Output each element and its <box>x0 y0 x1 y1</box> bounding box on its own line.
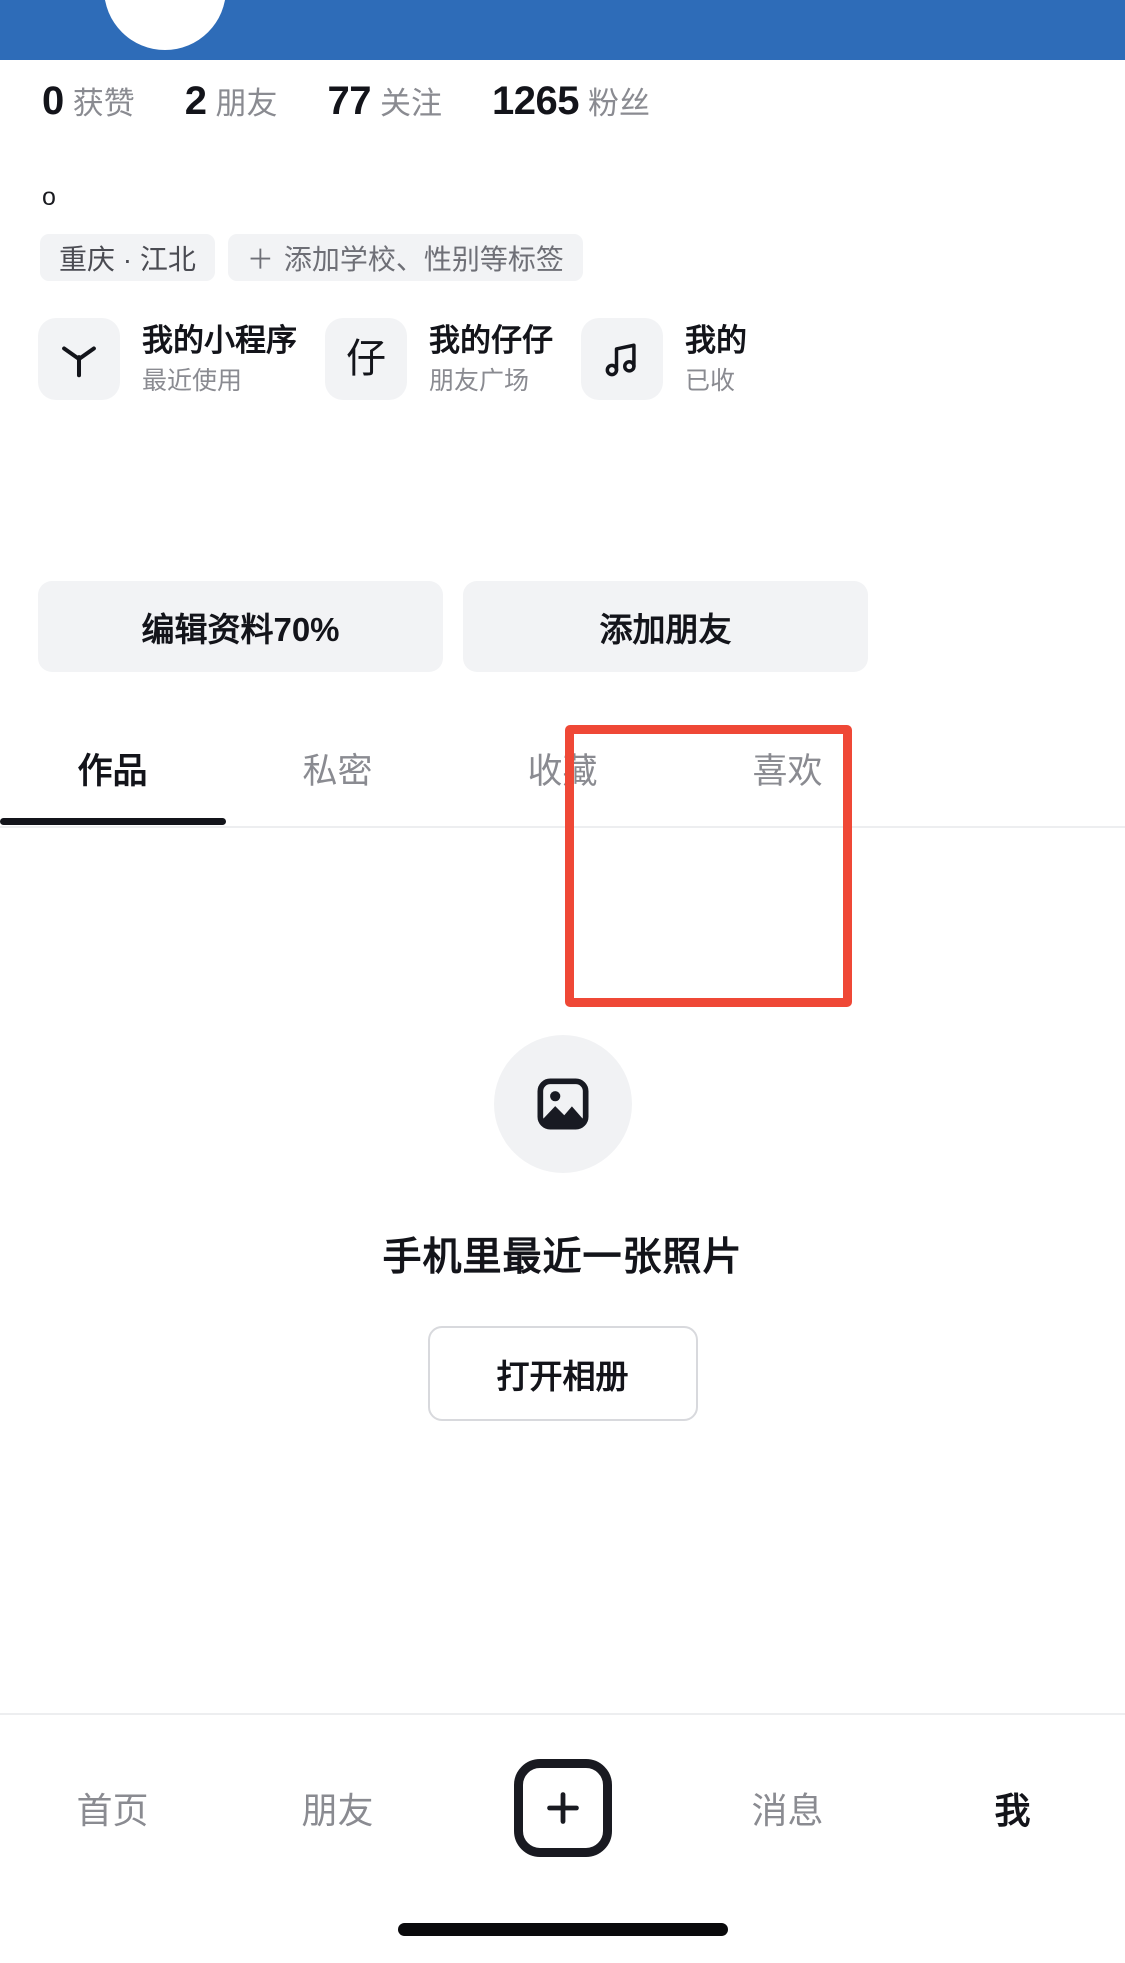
tabs-row: 作品 私密 收藏 喜欢 <box>0 710 1125 826</box>
miniapp-entries: 我的小程序 最近使用 仔 我的仔仔 朋友广场 我的 已收 <box>38 318 747 400</box>
empty-state: 手机里最近一张照片 打开相册 <box>0 1035 1125 1421</box>
miniapp-my-zaizai[interactable]: 仔 我的仔仔 朋友广场 <box>325 318 553 400</box>
stat-friends-value: 2 <box>184 79 207 123</box>
miniapp-my-music[interactable]: 我的 已收 <box>581 318 747 400</box>
bottom-nav-items: 首页 朋友 消息 我 <box>0 1715 1125 1901</box>
tag-add-more[interactable]: ＋ 添加学校、性别等标签 <box>227 234 583 281</box>
nav-item-friends[interactable]: 朋友 <box>225 1782 450 1834</box>
tag-add-more-label: 添加学校、性别等标签 <box>283 243 564 275</box>
tab-works[interactable]: 作品 <box>0 710 225 826</box>
miniapp-subtitle: 已收 <box>685 367 736 396</box>
tag-location[interactable]: 重庆 · 江北 <box>40 234 215 281</box>
miniapp-my-zaizai-text: 我的仔仔 朋友广场 <box>429 322 553 397</box>
tab-likes[interactable]: 喜欢 <box>675 710 900 826</box>
edit-profile-button[interactable]: 编辑资料70% <box>38 581 443 672</box>
plus-icon <box>513 1759 612 1857</box>
miniapp-title: 我的仔仔 <box>429 322 553 358</box>
miniapp-my-music-text: 我的 已收 <box>685 322 747 397</box>
plus-icon: ＋ <box>246 245 274 275</box>
home-indicator <box>397 1923 728 1936</box>
app-root: 0 获赞 2 朋友 77 关注 1265 粉丝 o 重庆 · 江北 ＋ 添加学校… <box>0 0 1125 1963</box>
nav-item-messages[interactable]: 消息 <box>675 1782 900 1834</box>
tab-collection[interactable]: 收藏 <box>450 710 675 826</box>
miniapp-subtitle: 朋友广场 <box>429 367 530 396</box>
nav-item-create[interactable] <box>450 1759 675 1857</box>
profile-header-banner <box>0 0 1125 60</box>
miniapp-title: 我的小程序 <box>142 322 297 358</box>
miniapp-subtitle: 最近使用 <box>142 367 243 396</box>
music-note-icon <box>581 318 663 400</box>
stat-following[interactable]: 77 关注 <box>328 78 443 124</box>
miniapp-my-miniprograms[interactable]: 我的小程序 最近使用 <box>38 318 297 400</box>
active-tab-indicator <box>0 818 226 825</box>
tab-private[interactable]: 私密 <box>225 710 450 826</box>
miniapp-title: 我的 <box>685 322 747 358</box>
stat-followers[interactable]: 1265 粉丝 <box>492 78 650 124</box>
profile-tags: 重庆 · 江北 ＋ 添加学校、性别等标签 <box>40 234 583 281</box>
stat-following-value: 77 <box>327 79 372 123</box>
stat-followers-label: 粉丝 <box>587 86 650 121</box>
content-tabs: 作品 私密 收藏 喜欢 <box>0 710 1125 828</box>
zai-character-icon: 仔 <box>325 318 407 400</box>
profile-actions: 编辑资料70% 添加朋友 <box>38 581 868 672</box>
tag-location-label: 重庆 · 江北 <box>59 243 196 275</box>
tabs-divider <box>0 826 1125 828</box>
miniapp-my-miniprograms-text: 我的小程序 最近使用 <box>142 322 297 397</box>
stat-friends-label: 朋友 <box>215 86 278 121</box>
add-friend-button[interactable]: 添加朋友 <box>463 581 868 672</box>
bottom-navigation: 首页 朋友 消息 我 <box>0 1713 1125 1963</box>
stat-following-label: 关注 <box>380 86 442 121</box>
stat-likes[interactable]: 0 获赞 <box>42 78 135 124</box>
asterisk-icon <box>38 318 120 400</box>
avatar[interactable] <box>104 0 226 50</box>
empty-state-title: 手机里最近一张照片 <box>382 1236 743 1279</box>
profile-stats: 0 获赞 2 朋友 77 关注 1265 粉丝 <box>42 78 700 124</box>
open-album-button[interactable]: 打开相册 <box>427 1326 698 1421</box>
image-icon <box>493 1035 632 1173</box>
nav-item-home[interactable]: 首页 <box>0 1782 225 1834</box>
stat-likes-label: 获赞 <box>72 86 135 121</box>
stat-followers-value: 1265 <box>492 79 579 123</box>
nav-item-me[interactable]: 我 <box>900 1782 1125 1834</box>
stat-friends[interactable]: 2 朋友 <box>185 78 278 124</box>
stat-likes-value: 0 <box>42 79 64 123</box>
profile-bio[interactable]: o <box>42 185 56 210</box>
